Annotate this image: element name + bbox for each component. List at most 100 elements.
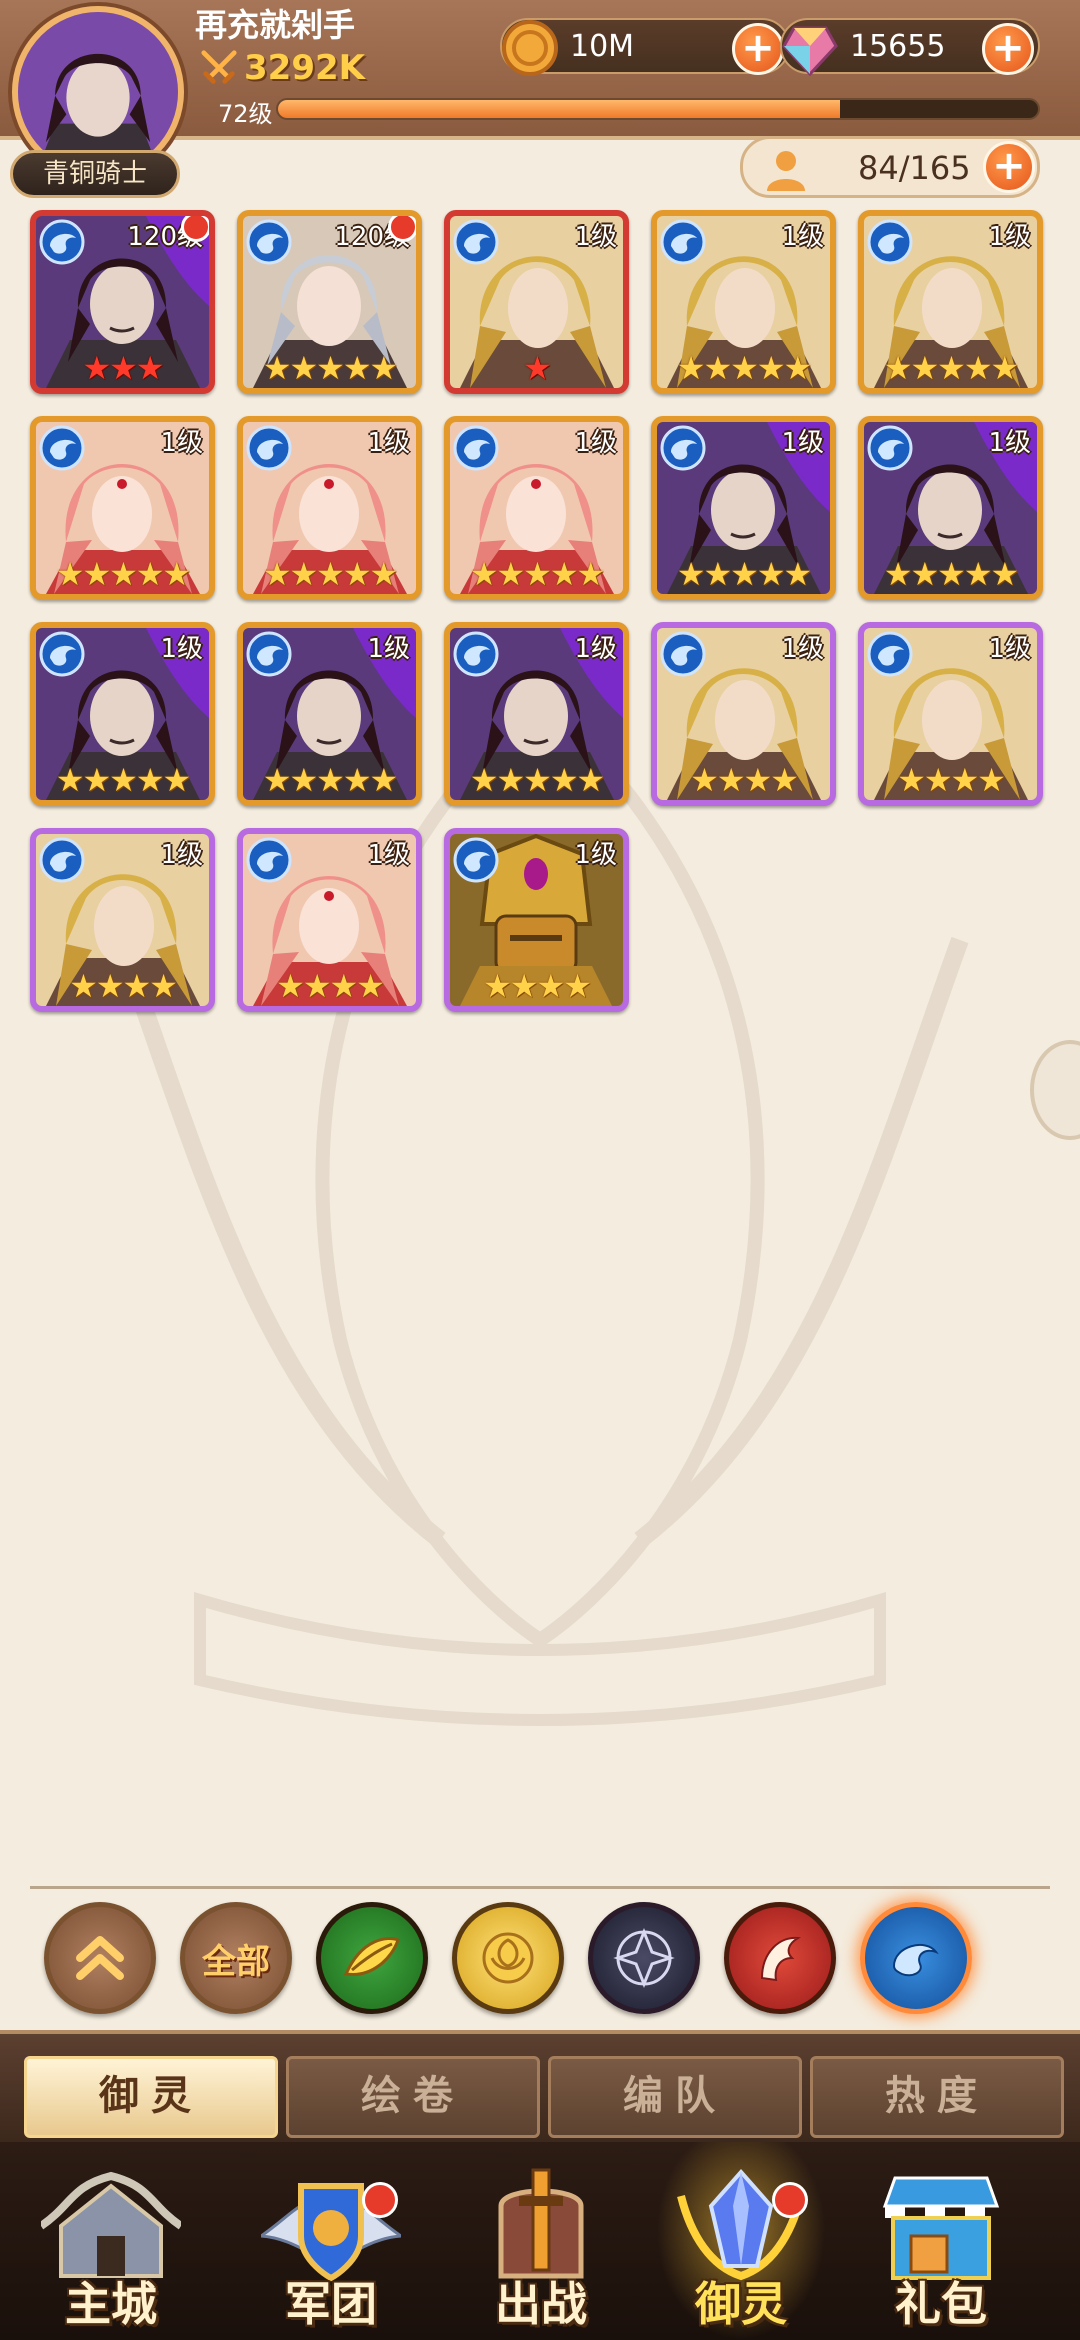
nav-battle-label: 出战 — [495, 2277, 587, 2331]
hero-card[interactable]: 1级 ★★★★★ — [30, 416, 215, 600]
hero-card[interactable]: 1级 ★★★★★ — [30, 622, 215, 806]
hero-star-rating: ★★★★★ — [262, 761, 398, 799]
crystal-gem-icon — [782, 26, 838, 77]
water-element-icon — [660, 219, 706, 265]
add-gems-button[interactable]: + — [982, 23, 1034, 75]
nav-gift-pack-label: 礼包 — [895, 2277, 987, 2331]
hero-capacity: 84/165 + — [740, 136, 1040, 198]
filter-all-button[interactable]: 全部 — [180, 1902, 292, 2014]
leaf-icon — [343, 1937, 400, 1976]
exp-bar-fill — [278, 100, 841, 118]
nav-legion[interactable]: 军团 — [236, 2142, 426, 2340]
water-element-icon — [660, 631, 706, 677]
expand-capacity-button[interactable]: + — [983, 141, 1035, 193]
hero-star-rating: ★ — [523, 349, 552, 387]
hero-level: 1级 — [574, 222, 617, 252]
exp-bar — [276, 98, 1040, 120]
hero-card[interactable]: 1级 ★★★★★ — [651, 416, 836, 600]
hero-card[interactable]: 1级 ★★★★ — [30, 828, 215, 1012]
rank-title-plate: 青铜骑士 — [10, 150, 180, 198]
hero-star-rating: ★★★★★ — [883, 349, 1019, 387]
water-element-icon — [453, 631, 499, 677]
hero-card[interactable]: 1级 ★★★★ — [444, 828, 629, 1012]
water-icon — [892, 1943, 939, 1977]
hero-star-rating: ★★★★★ — [262, 555, 398, 593]
sub-tab-bar: 御灵 绘卷 编队 热度 — [0, 2030, 1080, 2142]
hero-card[interactable]: 1级 ★★★★★ — [237, 622, 422, 806]
water-element-icon — [867, 631, 913, 677]
hero-star-rating: ★★★★ — [690, 761, 799, 799]
water-element-icon — [39, 425, 85, 471]
water-element-icon — [39, 837, 85, 883]
hero-star-rating: ★★★★ — [276, 967, 385, 1005]
hero-card[interactable]: 1级 ★★★★ — [858, 622, 1043, 806]
collapse-filter-button[interactable] — [44, 1902, 156, 2014]
hero-card[interactable]: 1级 ★★★★★ — [651, 210, 836, 394]
hero-notification-dot — [181, 216, 209, 242]
nav-legion-label: 军团 — [285, 2277, 377, 2331]
hero-card[interactable]: 1级 ★★★★★ — [444, 416, 629, 600]
combat-power: 3292K — [200, 48, 365, 88]
hero-star-rating: ★★★★★ — [676, 555, 812, 593]
hero-star-rating: ★★★★★ — [469, 555, 605, 593]
filter-divider — [30, 1886, 1050, 1889]
person-icon — [767, 151, 805, 191]
hero-level: 1级 — [781, 634, 824, 664]
filter-water-button[interactable] — [860, 1902, 972, 2014]
side-drawer-handle[interactable] — [1030, 1040, 1080, 1140]
hero-star-rating: ★★★★★ — [262, 349, 398, 387]
nav-gift-pack[interactable]: 礼包 — [846, 2142, 1036, 2340]
hero-card[interactable]: 120级 ★★★ — [30, 210, 215, 394]
hero-level: 1级 — [988, 428, 1031, 458]
hero-star-rating: ★★★★★ — [55, 555, 191, 593]
water-element-icon — [246, 631, 292, 677]
hero-notification-dot — [388, 216, 416, 242]
filter-all-label: 全部 — [202, 1941, 270, 1982]
filter-holy-button[interactable] — [452, 1902, 564, 2014]
player-name: 再充就剁手 — [195, 6, 356, 44]
filter-nature-button[interactable] — [316, 1902, 428, 2014]
chevron-up-icon — [76, 1936, 124, 1980]
hero-card[interactable]: 1级 ★★★★ — [651, 622, 836, 806]
hero-star-rating: ★★★★ — [483, 967, 592, 1005]
hero-star-rating: ★★★★★ — [469, 761, 605, 799]
add-coins-button[interactable]: + — [732, 23, 784, 75]
hero-level: 1级 — [160, 840, 203, 870]
hero-star-rating: ★★★★★ — [676, 349, 812, 387]
filter-fire-button[interactable] — [724, 1902, 836, 2014]
hero-card[interactable]: 1级 ★★★★★ — [858, 210, 1043, 394]
tab-formation[interactable]: 编队 — [548, 2056, 802, 2138]
hero-capacity-value: 84/165 — [858, 149, 971, 187]
hero-level: 1级 — [160, 634, 203, 664]
nav-main-city-label: 主城 — [65, 2277, 157, 2331]
water-element-icon — [39, 219, 85, 265]
tab-popularity[interactable]: 热度 — [810, 2056, 1064, 2138]
nav-main-city[interactable]: 主城 — [16, 2142, 206, 2340]
player-level: 72级 — [218, 100, 273, 128]
hero-level: 1级 — [988, 634, 1031, 664]
hero-card[interactable]: 1级 ★★★★★ — [858, 416, 1043, 600]
nav-battle[interactable]: 出战 — [446, 2142, 636, 2340]
hero-level: 1级 — [781, 428, 824, 458]
gem-resource: 15655 + — [780, 18, 1040, 77]
nav-spirits[interactable]: 御灵 — [646, 2142, 836, 2340]
hero-card[interactable]: 120级 ★★★★★ — [237, 210, 422, 394]
hero-card[interactable]: 1级 ★★★★★ — [444, 622, 629, 806]
gem-amount: 15655 — [850, 29, 946, 64]
tab-scrolls[interactable]: 绘卷 — [286, 2056, 540, 2138]
water-element-icon — [867, 425, 913, 471]
hero-level: 1级 — [574, 634, 617, 664]
filter-dark-button[interactable] — [588, 1902, 700, 2014]
hero-star-rating: ★★★★ — [69, 967, 178, 1005]
hero-card[interactable]: 1级 ★★★★ — [237, 828, 422, 1012]
hero-level: 1级 — [781, 222, 824, 252]
hero-level: 1级 — [988, 222, 1031, 252]
hero-card[interactable]: 1级 ★★★★★ — [237, 416, 422, 600]
hero-star-rating: ★★★★ — [897, 761, 1006, 799]
tab-spirits[interactable]: 御灵 — [24, 2056, 278, 2138]
legion-notification-dot — [362, 2182, 398, 2218]
hero-card[interactable]: 1级 ★ — [444, 210, 629, 394]
hero-star-rating: ★★★★★ — [883, 555, 1019, 593]
water-element-icon — [246, 219, 292, 265]
gold-coin-icon — [502, 20, 558, 76]
